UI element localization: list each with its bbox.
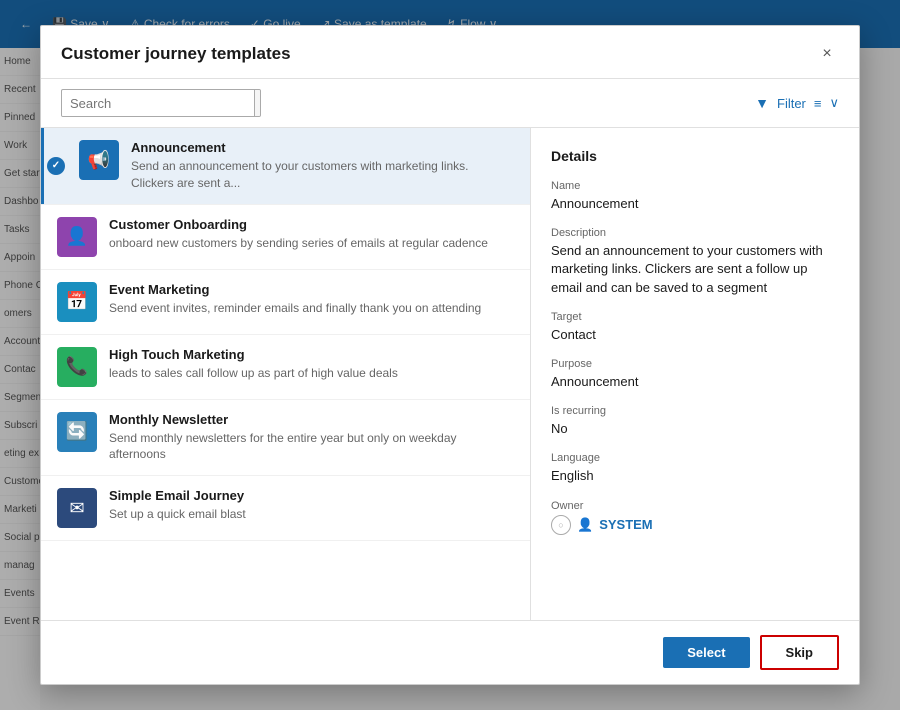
event-marketing-description: Send event invites, reminder emails and … xyxy=(109,300,514,317)
filter-label: Filter xyxy=(777,96,806,111)
owner-row: ○ 👤 SYSTEM xyxy=(551,515,839,535)
detail-purpose-value: Announcement xyxy=(551,373,839,391)
detail-name-value: Announcement xyxy=(551,195,839,213)
detail-language-field: Language English xyxy=(551,452,839,485)
customer-onboarding-info: Customer Onboarding onboard new customer… xyxy=(109,217,514,252)
announcement-name: Announcement xyxy=(131,140,514,155)
detail-language-value: English xyxy=(551,467,839,485)
detail-description-field: Description Send an announcement to your… xyxy=(551,227,839,297)
detail-purpose-field: Purpose Announcement xyxy=(551,358,839,391)
simple-email-journey-info: Simple Email Journey Set up a quick emai… xyxy=(109,488,514,523)
high-touch-marketing-info: High Touch Marketing leads to sales call… xyxy=(109,347,514,382)
close-button[interactable]: × xyxy=(815,42,839,66)
modal-overlay: Customer journey templates × 🔍 ▼ Filter … xyxy=(0,0,900,710)
monthly-newsletter-icon: 🔄 xyxy=(57,412,97,452)
modal-toolbar: 🔍 ▼ Filter ≡ ∨ xyxy=(41,79,859,128)
simple-email-journey-icon: ✉ xyxy=(57,488,97,528)
sort-icon: ≡ xyxy=(814,96,822,111)
event-marketing-name: Event Marketing xyxy=(109,282,514,297)
monthly-newsletter-description: Send monthly newsletters for the entire … xyxy=(109,430,514,464)
template-item-monthly-newsletter[interactable]: 🔄 Monthly Newsletter Send monthly newsle… xyxy=(41,400,530,477)
announcement-description: Send an announcement to your customers w… xyxy=(131,158,514,192)
detail-purpose-label: Purpose xyxy=(551,358,839,370)
detail-target-label: Target xyxy=(551,311,839,323)
modal-body: 📢 Announcement Send an announcement to y… xyxy=(41,128,859,620)
detail-owner-field: Owner ○ 👤 SYSTEM xyxy=(551,500,839,535)
simple-email-journey-description: Set up a quick email blast xyxy=(109,506,514,523)
template-item-announcement[interactable]: 📢 Announcement Send an announcement to y… xyxy=(41,128,530,205)
skip-button[interactable]: Skip xyxy=(760,635,839,670)
detail-language-label: Language xyxy=(551,452,839,464)
customer-onboarding-description: onboard new customers by sending series … xyxy=(109,235,514,252)
details-section-title: Details xyxy=(551,148,839,164)
detail-recurring-label: Is recurring xyxy=(551,405,839,417)
modal-footer: Select Skip xyxy=(41,620,859,684)
modal-header: Customer journey templates × xyxy=(41,26,859,79)
detail-target-field: Target Contact xyxy=(551,311,839,344)
detail-recurring-field: Is recurring No xyxy=(551,405,839,438)
monthly-newsletter-name: Monthly Newsletter xyxy=(109,412,514,427)
owner-system-link[interactable]: SYSTEM xyxy=(599,517,652,532)
high-touch-marketing-icon: 📞 xyxy=(57,347,97,387)
customer-onboarding-name: Customer Onboarding xyxy=(109,217,514,232)
search-box: 🔍 xyxy=(61,89,261,117)
template-item-high-touch-marketing[interactable]: 📞 High Touch Marketing leads to sales ca… xyxy=(41,335,530,400)
detail-owner-label: Owner xyxy=(551,500,839,512)
search-input[interactable] xyxy=(62,91,254,116)
owner-user-icon: 👤 xyxy=(577,517,593,533)
customer-onboarding-icon: 👤 xyxy=(57,217,97,257)
owner-circle-icon: ○ xyxy=(551,515,571,535)
simple-email-journey-name: Simple Email Journey xyxy=(109,488,514,503)
details-panel: Details Name Announcement Description Se… xyxy=(531,128,859,620)
template-item-customer-onboarding[interactable]: 👤 Customer Onboarding onboard new custom… xyxy=(41,205,530,270)
event-marketing-info: Event Marketing Send event invites, remi… xyxy=(109,282,514,317)
event-marketing-icon: 📅 xyxy=(57,282,97,322)
filter-icon: ▼ xyxy=(755,95,769,111)
detail-description-label: Description xyxy=(551,227,839,239)
modal-title: Customer journey templates xyxy=(61,44,291,64)
select-button[interactable]: Select xyxy=(663,637,749,668)
detail-name-field: Name Announcement xyxy=(551,180,839,213)
detail-name-label: Name xyxy=(551,180,839,192)
detail-target-value: Contact xyxy=(551,326,839,344)
templates-list-panel: 📢 Announcement Send an announcement to y… xyxy=(41,128,531,620)
selected-check-icon xyxy=(47,157,65,175)
announcement-icon: 📢 xyxy=(79,140,119,180)
filter-area[interactable]: ▼ Filter ≡ ∨ xyxy=(755,95,839,111)
monthly-newsletter-info: Monthly Newsletter Send monthly newslett… xyxy=(109,412,514,464)
template-item-event-marketing[interactable]: 📅 Event Marketing Send event invites, re… xyxy=(41,270,530,335)
template-item-simple-email-journey[interactable]: ✉ Simple Email Journey Set up a quick em… xyxy=(41,476,530,541)
search-button[interactable]: 🔍 xyxy=(254,90,261,116)
announcement-info: Announcement Send an announcement to you… xyxy=(131,140,514,192)
detail-description-value: Send an announcement to your customers w… xyxy=(551,242,839,297)
detail-recurring-value: No xyxy=(551,420,839,438)
high-touch-marketing-name: High Touch Marketing xyxy=(109,347,514,362)
high-touch-marketing-description: leads to sales call follow up as part of… xyxy=(109,365,514,382)
expand-icon: ∨ xyxy=(829,95,839,111)
customer-journey-templates-modal: Customer journey templates × 🔍 ▼ Filter … xyxy=(40,25,860,685)
